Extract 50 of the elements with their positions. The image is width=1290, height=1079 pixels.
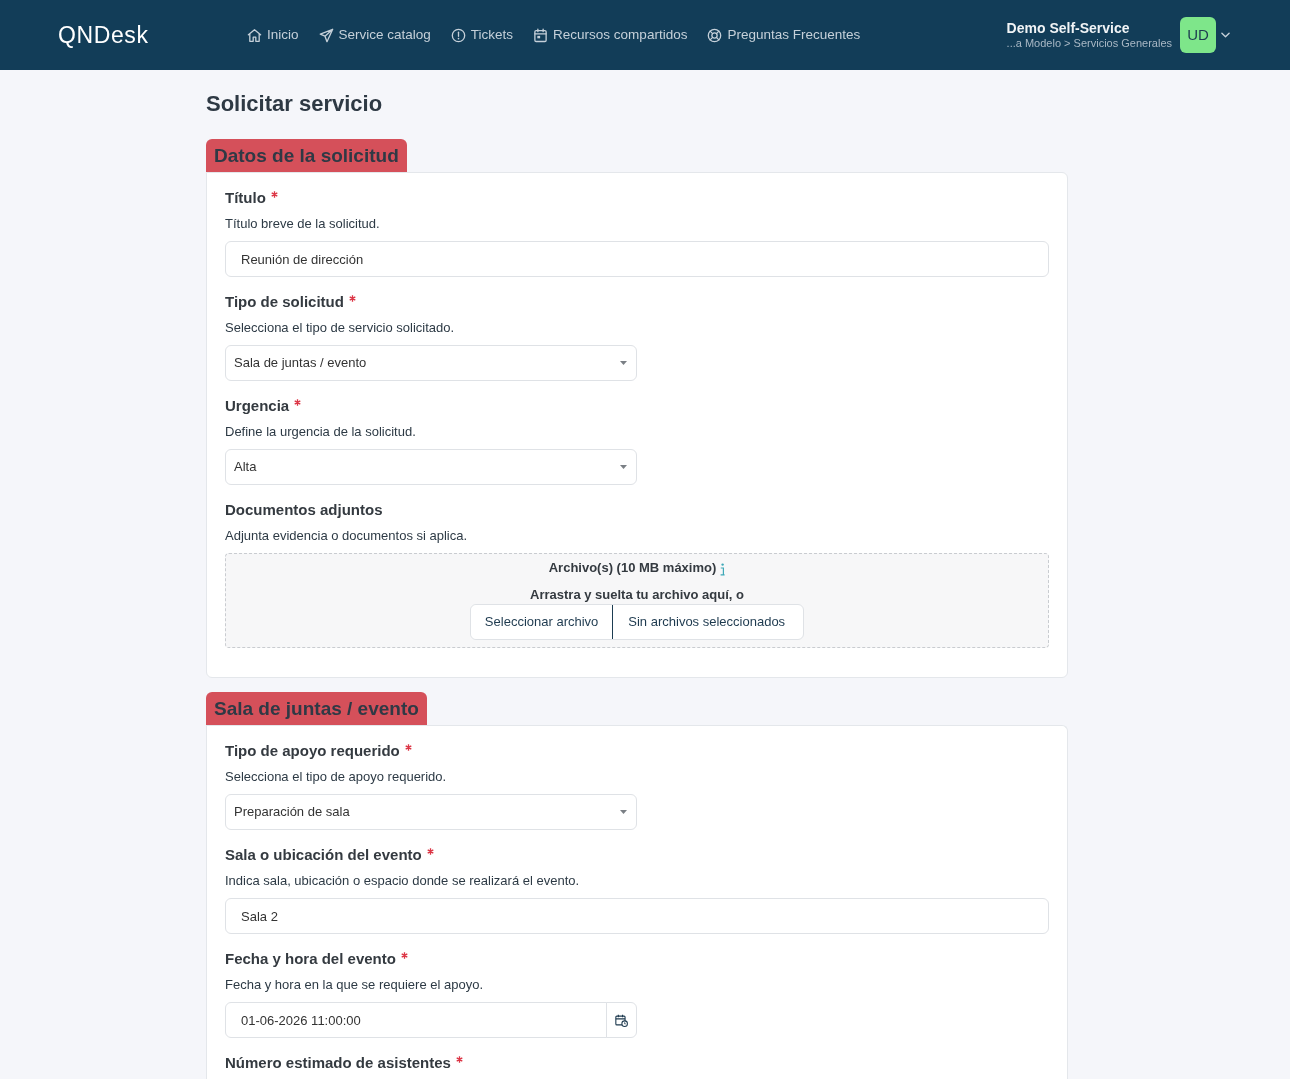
user-avatar[interactable]: UD: [1180, 17, 1216, 53]
file-status-text: Sin archivos seleccionados: [627, 613, 787, 632]
nav-link[interactable]: Service catalog: [318, 26, 431, 44]
calendar-clock-icon: [615, 1013, 628, 1027]
breadcrumb-path: ...a Modelo > Servicios Generales: [1006, 36, 1172, 50]
help-text: Indica sala, ubicación o espacio donde se realizará el evento.: [225, 872, 580, 890]
help-text: Fecha y hora en la que se requiere el apoyo.: [225, 976, 483, 994]
field-label: Documentos adjuntos: [225, 500, 383, 519]
field-label: Urgencia: [225, 396, 290, 415]
page-title: Solicitar servicio: [206, 91, 383, 117]
exclamation-circle-icon: [450, 27, 466, 43]
caret-icon: [620, 810, 627, 814]
chevron-down-icon[interactable]: [1221, 32, 1230, 38]
field-label: Fecha y hora del evento: [225, 949, 396, 968]
drop-zone-hint: Arrastra y suelta tu archivo aquí, o: [530, 586, 744, 604]
home-icon: [247, 27, 262, 43]
date-time-field[interactable]: 01-06-2026 11:00:00: [225, 1002, 607, 1038]
field-label: Título: [225, 188, 266, 207]
nav-link[interactable]: Inicio: [247, 26, 299, 44]
dropdown-field[interactable]: Sala de juntas / evento: [225, 345, 637, 381]
text-field[interactable]: Sala 2: [225, 898, 1049, 934]
section-heading: Datos de la solicitud: [206, 139, 407, 172]
caret-icon: [620, 465, 627, 469]
info-icon[interactable]: [720, 562, 726, 576]
paper-plane-icon: [318, 27, 334, 43]
help-text: Define la urgencia de la solicitud.: [225, 423, 416, 441]
nav-link[interactable]: Tickets: [450, 26, 514, 44]
dropdown-field[interactable]: Preparación de sala: [225, 794, 637, 830]
dropdown-field[interactable]: Alta: [225, 449, 637, 485]
file-input-field[interactable]: Seleccionar archivo Sin archivos seleccionados: [469, 604, 805, 640]
field-label: Sala o ubicación del evento: [225, 845, 422, 864]
user-name: Demo Self-Service: [1006, 20, 1130, 36]
lifebuoy-icon: [707, 27, 723, 43]
calendar-button[interactable]: [606, 1002, 637, 1038]
drop-zone-title: Archivo(s) (10 MB máximo): [548, 559, 717, 577]
help-text: Selecciona el tipo de servicio solicitado.: [225, 319, 455, 337]
nav-link[interactable]: Recursos compartidos: [533, 26, 688, 44]
field-label: Número estimado de asistentes: [225, 1053, 451, 1072]
help-text: Selecciona el tipo de apoyo requerido.: [225, 768, 447, 786]
caret-icon: [620, 361, 627, 365]
calendar-icon: [533, 27, 549, 43]
file-drop-zone[interactable]: Archivo(s) (10 MB máximo) Arrastra y suelta tu archivo aquí, o Seleccionar archivo Sin archivos seleccionados: [225, 553, 1049, 648]
help-text: Adjunta evidencia o documentos si aplica.: [225, 527, 468, 545]
brand-logo[interactable]: QNDesk: [58, 21, 149, 49]
nav-link[interactable]: Preguntas Frecuentes: [707, 26, 861, 44]
section-heading: Sala de juntas / evento: [206, 692, 427, 725]
field-label: Tipo de apoyo requerido: [225, 741, 400, 760]
help-text: Título breve de la solicitud.: [225, 215, 380, 233]
field-label: Tipo de solicitud: [225, 292, 344, 311]
text-field[interactable]: Reunión de dirección: [225, 241, 1049, 277]
